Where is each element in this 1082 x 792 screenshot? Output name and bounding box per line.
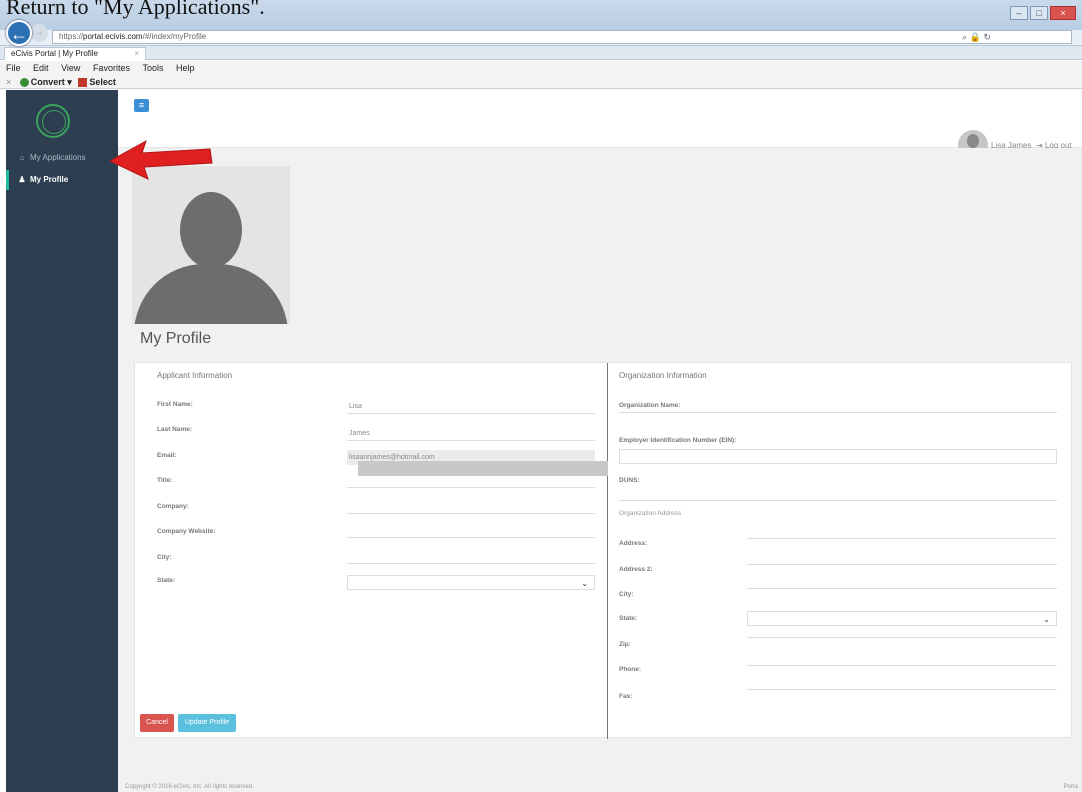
column-divider [607,363,608,739]
profile-form-card: Applicant Information First Name: Lisa L… [134,362,1072,739]
forward-button[interactable]: → [30,24,48,42]
convert-label: Convert [30,77,65,87]
sidebar-item-label: My Profile [30,175,69,184]
screenshot-root: – □ × Return to "My Applications". ← → h… [0,0,1082,792]
company-website-input[interactable] [347,523,595,538]
browser-tab[interactable]: eCivis Portal | My Profile × [4,47,146,60]
company-website-label: Company Website: [157,528,216,535]
menu-edit[interactable]: Edit [33,63,49,73]
org-city-input[interactable] [747,574,1057,589]
last-name-label: Last Name: [157,426,193,433]
organization-address-heading: Organization Address [619,510,682,517]
select-icon [78,78,88,88]
back-arrow-icon: ← [10,24,28,44]
phone-label: Phone: [619,666,642,673]
fax-label: Fax: [619,693,633,700]
first-name-input[interactable]: Lisa [347,399,595,414]
user-icon: ♟ [18,175,26,184]
menu-toggle-button[interactable]: ≡ [134,99,149,112]
ecivis-logo[interactable] [36,104,70,138]
update-profile-button[interactable]: Update Profile [178,714,236,732]
city-input[interactable] [347,549,595,564]
window-close-button[interactable]: × [1050,6,1076,20]
minimize-button[interactable]: – [1010,6,1028,20]
address2-input[interactable] [747,550,1057,565]
select-button[interactable]: Select [78,77,116,88]
menu-tools[interactable]: Tools [142,63,163,73]
tab-close-icon[interactable]: × [134,48,139,60]
lock-icon[interactable]: 🔒 [970,32,981,42]
address-bar[interactable]: https://portal.ecivis.com/#/index/myProf… [52,30,1072,44]
footer-right-text: Porta [1063,784,1078,790]
title-label: Title: [157,477,173,484]
maximize-button[interactable]: □ [1030,6,1048,20]
tab-row: eCivis Portal | My Profile × [0,46,1082,60]
back-button[interactable]: ← [6,20,32,46]
redaction-bar [358,461,608,476]
menu-help[interactable]: Help [176,63,195,73]
window-controls: – □ × [1010,6,1076,20]
zip-input[interactable] [747,623,1057,638]
top-header: ≡ [118,90,1082,148]
url-domain: portal.ecivis.com [83,32,143,41]
instruction-caption: Return to "My Applications". [6,0,265,19]
convert-icon [19,78,29,88]
phone-input[interactable] [747,651,1057,666]
avatar-head-shape [180,192,242,268]
organization-name-input[interactable] [619,398,1057,413]
url-prefix: https:// [59,32,84,41]
organization-section-title: Organization Information [619,371,707,380]
duns-input[interactable] [619,486,1057,501]
fax-input[interactable] [747,675,1057,690]
url-path: /#/index/myProfile [142,32,207,41]
company-label: Company: [157,503,189,510]
menu-view[interactable]: View [61,63,80,73]
state-select[interactable]: ⌄ [347,575,595,590]
select-label: Select [89,77,116,87]
forward-arrow-icon: → [34,27,44,38]
state-label: State: [157,577,176,584]
search-icon[interactable]: ⌕ [962,32,967,42]
ein-input[interactable] [619,449,1057,464]
address-label: Address: [619,540,648,547]
chevron-down-icon: ⌄ [581,579,588,588]
cancel-button[interactable]: Cancel [140,714,174,732]
email-label: Email: [157,452,177,459]
city-label: City: [157,554,172,561]
hamburger-icon: ≡ [138,100,145,110]
menu-bar: File Edit View Favorites Tools Help [0,61,1082,75]
address2-label: Address 2: [619,566,653,573]
sidebar-item-my-profile[interactable]: ♟ My Profile [6,170,118,190]
sidebar-item-label: My Applications [30,153,86,162]
refresh-icon[interactable]: ↻ [983,32,991,42]
applicant-section-title: Applicant Information [157,371,233,380]
zip-label: Zip: [619,641,631,648]
avatar-body-shape [134,264,288,324]
sidebar: ⌂ My Applications ♟ My Profile [6,90,118,792]
home-icon: ⌂ [19,153,25,162]
address-input[interactable] [747,524,1057,539]
first-name-label: First Name: [157,401,193,408]
footer-copyright: Copyright © 2016 eCivis, Inc. All rights… [125,784,254,790]
annotation-arrow-icon [108,139,213,180]
toolbar-close-icon[interactable]: × [6,77,11,87]
address-tools: ⌕ 🔒 ↻ [962,31,991,43]
ein-label: Employer Identification Number (EIN): [619,437,737,444]
org-state-label: State: [619,615,638,622]
company-input[interactable] [347,499,595,514]
menu-favorites[interactable]: Favorites [93,63,130,73]
page-title: My Profile [140,330,212,347]
last-name-input[interactable]: James [347,426,595,441]
menu-file[interactable]: File [6,63,21,73]
org-city-label: City: [619,591,634,598]
profile-photo-placeholder[interactable] [132,166,290,324]
convert-button[interactable]: Convert ▾ [19,77,72,88]
tab-title: eCivis Portal | My Profile [11,49,98,58]
sidebar-item-my-applications[interactable]: ⌂ My Applications [6,148,118,168]
command-toolbar: × Convert ▾ Select [0,75,1082,89]
duns-label: DUNS: [619,477,640,484]
